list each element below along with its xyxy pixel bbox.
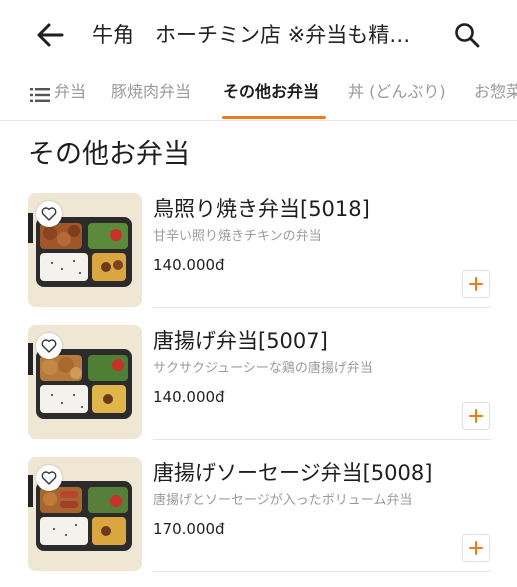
add-button[interactable] (462, 534, 490, 562)
item-price: 140.000đ (153, 388, 225, 406)
list-menu-icon[interactable] (30, 87, 50, 102)
add-button[interactable] (462, 270, 490, 298)
heart-icon[interactable] (36, 201, 62, 227)
tab-pork-bento[interactable]: 豚焼肉弁当 (111, 81, 191, 103)
divider (153, 439, 491, 440)
item-name: 唐揚げ弁当[5007] (153, 329, 328, 353)
divider (153, 307, 491, 308)
active-tab-indicator (222, 116, 326, 119)
category-tabs: 弁当 豚焼肉弁当 その他お弁当 丼 (どんぶり) お惣菜 (0, 68, 517, 121)
tab-side-dishes[interactable]: お惣菜 (474, 81, 517, 103)
item-description: 唐揚げとソーセージが入ったボリューム弁当 (153, 493, 413, 508)
item-description: サクサクジューシーな鶏の唐揚げ弁当 (153, 361, 373, 376)
item-price: 170.000đ (153, 520, 225, 538)
menu-item[interactable]: 鳥照り焼き弁当[5018] 甘辛い照り焼きチキンの弁当 140.000đ (0, 193, 517, 323)
plus-icon (469, 541, 483, 555)
item-name: 鳥照り焼き弁当[5018] (153, 197, 370, 221)
plus-icon (469, 409, 483, 423)
add-button[interactable] (462, 402, 490, 430)
search-icon[interactable] (452, 20, 482, 50)
heart-icon[interactable] (36, 333, 62, 359)
divider (153, 571, 491, 572)
page-title: 牛角 ホーチミン店 ※弁当も精… (92, 23, 411, 47)
menu-item[interactable]: 唐揚げ弁当[5007] サクサクジューシーな鶏の唐揚げ弁当 140.000đ (0, 325, 517, 455)
top-bar: 牛角 ホーチミン店 ※弁当も精… (0, 0, 517, 68)
menu-item[interactable]: 唐揚げソーセージ弁当[5008] 唐揚げとソーセージが入ったボリューム弁当 17… (0, 457, 517, 587)
tab-donburi[interactable]: 丼 (どんぶり) (348, 81, 446, 103)
item-description: 甘辛い照り焼きチキンの弁当 (153, 229, 322, 244)
tab-bento[interactable]: 弁当 (54, 81, 86, 103)
heart-icon[interactable] (36, 465, 62, 491)
plus-icon (469, 277, 483, 291)
section-title: その他お弁当 (28, 139, 190, 170)
tab-other-bento[interactable]: その他お弁当 (223, 81, 319, 103)
back-arrow-icon[interactable] (34, 19, 66, 51)
item-name: 唐揚げソーセージ弁当[5008] (153, 461, 433, 485)
item-price: 140.000đ (153, 256, 225, 274)
